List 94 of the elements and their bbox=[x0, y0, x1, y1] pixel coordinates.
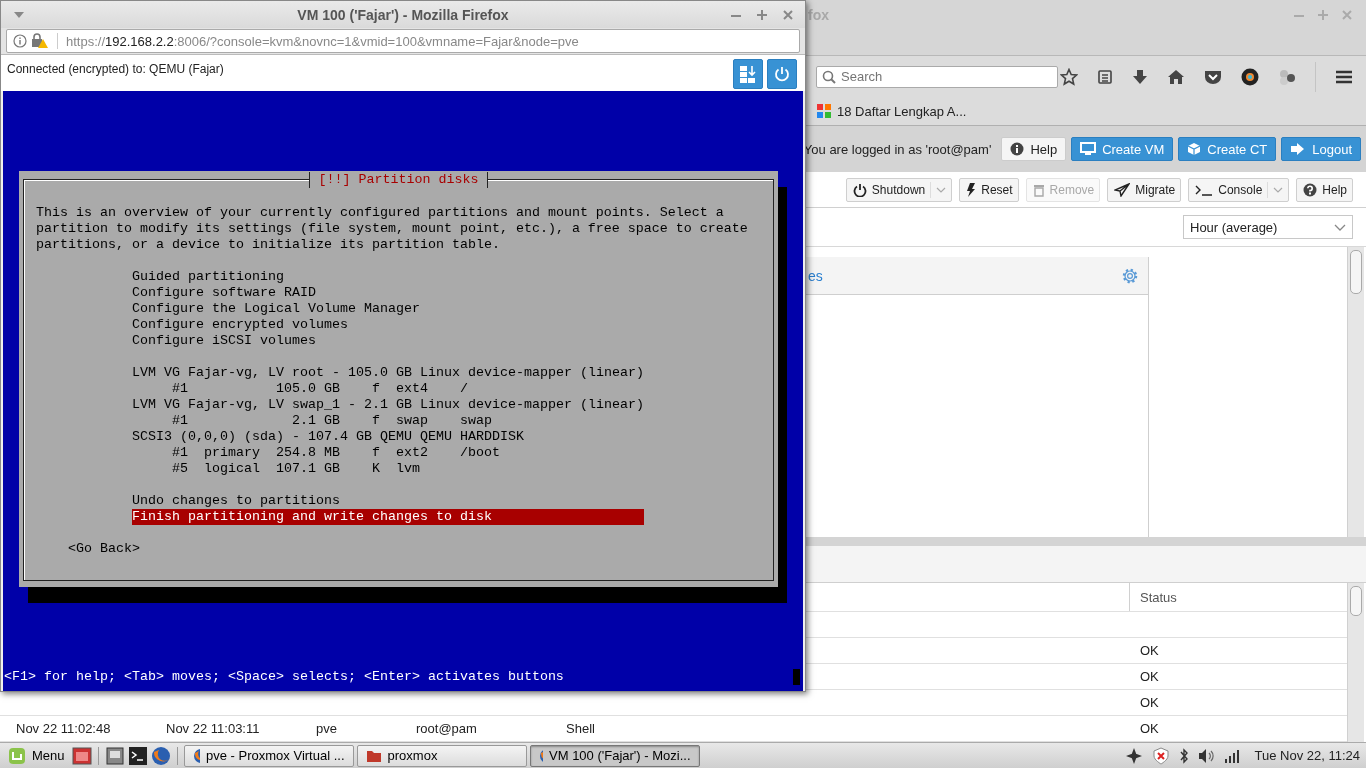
menu-item[interactable]: #1 105.0 GB f ext4 / bbox=[132, 381, 468, 397]
info-icon bbox=[1010, 142, 1025, 156]
app-icon[interactable] bbox=[71, 745, 92, 766]
menu-item[interactable]: Finish partitioning and write changes to disk bbox=[132, 509, 644, 525]
window-title: VM 100 ('Fajar') - Mozilla Firefox bbox=[296, 6, 510, 23]
table-cell: OK bbox=[1140, 721, 1159, 736]
panel-title: es bbox=[808, 267, 823, 284]
taskbar-button[interactable]: proxmox bbox=[356, 744, 527, 767]
menu-item[interactable]: Configure the Logical Volume Manager bbox=[132, 301, 420, 317]
dialog-title: [!!] Partition disks bbox=[308, 172, 489, 188]
globe-icon bbox=[192, 747, 201, 764]
timeframe-select[interactable]: Hour (average) bbox=[1183, 215, 1353, 239]
menu-item[interactable]: Guided partitioning bbox=[132, 269, 284, 285]
signal-icon[interactable] bbox=[1225, 748, 1242, 763]
window-menu-icon[interactable] bbox=[13, 10, 25, 19]
home-icon[interactable] bbox=[1167, 68, 1185, 85]
table-cell: Shell bbox=[566, 721, 595, 736]
power-button[interactable] bbox=[767, 59, 797, 89]
table-cell: OK bbox=[1140, 669, 1159, 684]
table-cell: pve bbox=[316, 721, 337, 736]
column-header[interactable]: Status bbox=[1130, 589, 1347, 605]
paper-plane-icon bbox=[1114, 182, 1131, 197]
help-icon bbox=[1303, 182, 1318, 197]
pocket-icon[interactable] bbox=[1204, 68, 1222, 85]
url-field[interactable]: https://192.168.2.2:8006/?console=kvm&novnc=1&vmid=100&vmname=Fajar&node=pve bbox=[6, 29, 800, 53]
reading-list-icon[interactable] bbox=[1097, 68, 1113, 85]
terminal-icon[interactable] bbox=[127, 745, 148, 766]
caret-icon bbox=[1334, 223, 1346, 231]
close-icon[interactable] bbox=[783, 9, 793, 20]
star-icon[interactable] bbox=[1060, 67, 1078, 86]
intro-text: This is an overview of your currently configured partitions and mount points. Select a bbox=[36, 205, 725, 221]
taskbar-button[interactable]: pve - Proxmox Virtual ... bbox=[183, 744, 354, 767]
lock-warning-icon[interactable] bbox=[31, 33, 49, 49]
bookmark[interactable]: 18 Daftar Lengkap A... bbox=[816, 103, 967, 119]
menu-item[interactable]: Configure iSCSI volumes bbox=[132, 333, 316, 349]
cube-icon bbox=[1187, 142, 1202, 156]
help-text: <F1> for help; <Tab> moves; <Space> selects; <Enter> activates buttons bbox=[4, 669, 564, 685]
menu-item[interactable]: #5 logical 107.1 GB K lvm bbox=[132, 461, 420, 477]
start-menu-button[interactable]: Menu bbox=[4, 746, 69, 765]
table-cell: OK bbox=[1140, 695, 1159, 710]
color-wheel-icon[interactable] bbox=[1241, 67, 1259, 86]
connection-status: Connected (encrypted) to: QEMU (Fajar) bbox=[7, 62, 224, 76]
toolbar-button[interactable]: Reset bbox=[959, 177, 1019, 202]
table-cell: OK bbox=[1140, 643, 1159, 658]
extension-icon[interactable] bbox=[1278, 67, 1296, 86]
scrollbar[interactable] bbox=[1347, 247, 1364, 537]
tiles-icon bbox=[816, 103, 832, 119]
menu-item[interactable]: SCSI3 (0,0,0) (sda) - 107.4 GB QEMU QEMU HARDDISK bbox=[132, 429, 524, 445]
menu-item[interactable]: Undo changes to partitions bbox=[132, 493, 340, 509]
maximize-icon[interactable] bbox=[757, 9, 767, 20]
menu-item[interactable]: Configure encrypted volumes bbox=[132, 317, 348, 333]
taskbar-button[interactable]: VM 100 ('Fajar') - Mozi... bbox=[529, 744, 700, 767]
menu-item[interactable]: #1 2.1 GB f swap swap bbox=[132, 413, 492, 429]
text-cursor bbox=[793, 669, 800, 685]
shield-icon[interactable] bbox=[1152, 746, 1171, 765]
monitor-icon bbox=[1080, 142, 1097, 156]
drive-icon[interactable] bbox=[104, 745, 125, 766]
network-icon[interactable] bbox=[1125, 746, 1144, 765]
download-icon[interactable] bbox=[1132, 68, 1148, 85]
header-button[interactable]: Help bbox=[1001, 137, 1067, 161]
keys-icon bbox=[738, 64, 758, 84]
lightning-icon bbox=[966, 182, 977, 197]
search-field[interactable]: Search bbox=[816, 65, 1058, 88]
settings-icon[interactable] bbox=[1121, 266, 1139, 285]
toolbar-button[interactable]: Shutdown bbox=[845, 177, 953, 202]
intro-text: partitions, or a device to initialize its partition table. bbox=[36, 237, 501, 253]
toolbar-button[interactable]: Migrate bbox=[1107, 177, 1182, 202]
bluetooth-icon[interactable] bbox=[1179, 747, 1190, 764]
console-screen[interactable] bbox=[3, 91, 803, 691]
toolbar-button[interactable]: Console bbox=[1188, 177, 1290, 202]
power-icon bbox=[773, 65, 791, 83]
volume-icon[interactable] bbox=[1198, 747, 1217, 764]
menu-item[interactable]: Configure software RAID bbox=[132, 285, 316, 301]
intro-text: partition to modify its settings (file system, mount point, etc.), a free space to create bbox=[36, 221, 748, 237]
menu-item[interactable]: #1 primary 254.8 MB f ext2 /boot bbox=[132, 445, 500, 461]
search-icon bbox=[822, 69, 836, 84]
folder-icon bbox=[365, 748, 382, 763]
scrollbar[interactable] bbox=[1347, 583, 1364, 742]
clock[interactable]: Tue Nov 22, 11:24 bbox=[1254, 748, 1360, 763]
menu-item[interactable]: LVM VG Fajar-vg, LV swap_1 - 2.1 GB Linux device-mapper (linear) bbox=[132, 397, 644, 413]
globe-icon[interactable] bbox=[150, 745, 171, 766]
menu-item[interactable]: LVM VG Fajar-vg, LV root - 105.0 GB Linux device-mapper (linear) bbox=[132, 365, 644, 381]
trash-icon bbox=[1032, 182, 1045, 197]
leaf-icon bbox=[8, 746, 26, 765]
table-cell: Nov 22 11:03:11 bbox=[166, 721, 260, 736]
table-cell: root@pam bbox=[416, 721, 477, 736]
go-back-button[interactable]: <Go Back> bbox=[68, 541, 140, 556]
power-icon bbox=[852, 182, 867, 197]
extra-keys-button[interactable] bbox=[733, 59, 763, 89]
info-icon[interactable] bbox=[13, 34, 27, 48]
toolbar-button[interactable]: Help bbox=[1296, 177, 1353, 202]
menu-icon[interactable] bbox=[1335, 68, 1353, 85]
terminal-icon bbox=[1195, 183, 1214, 196]
table-cell: Nov 22 11:02:48 bbox=[16, 721, 111, 736]
